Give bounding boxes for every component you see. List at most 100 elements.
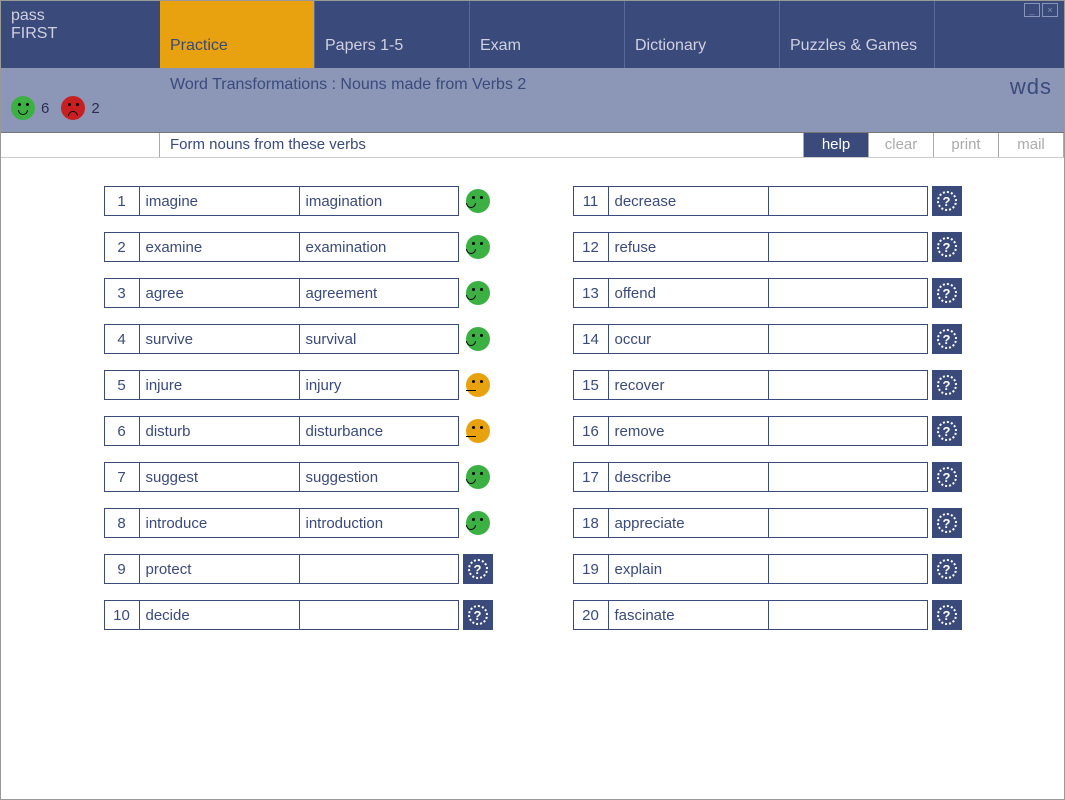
row-number: 3 [104,278,139,308]
tab-practice[interactable]: Practice [160,1,315,68]
exercise-row: 5injureinjury [104,370,493,400]
happy-face-icon [466,465,490,489]
row-number: 16 [573,416,608,446]
row-number: 10 [104,600,139,630]
exercise-row: 20fascinate? [573,600,962,630]
hint-button[interactable]: ? [932,462,962,492]
action-buttons: help clear print mail [804,133,1064,157]
answer-input[interactable] [768,370,928,400]
question-mark-icon: ? [937,375,957,395]
status-indicator [463,186,493,216]
hint-button[interactable]: ? [932,324,962,354]
answer-input[interactable]: suggestion [299,462,459,492]
row-number: 11 [573,186,608,216]
tab-exam[interactable]: Exam [470,1,625,68]
exercise-title: Word Transformations : Nouns made from V… [170,76,526,93]
answer-input[interactable] [768,600,928,630]
answer-input[interactable] [768,462,928,492]
row-number: 20 [573,600,608,630]
wrong-count: 2 [91,100,99,117]
answer-input[interactable]: survival [299,324,459,354]
row-number: 14 [573,324,608,354]
answer-input[interactable] [299,554,459,584]
wrong-score: 2 [61,96,99,120]
answer-input[interactable] [768,232,928,262]
question-mark-icon: ? [937,559,957,579]
verb-cell: describe [608,462,768,492]
happy-face-icon [466,327,490,351]
happy-face-icon [466,511,490,535]
tab-puzzles-games[interactable]: Puzzles & Games [780,1,935,68]
hint-button[interactable]: ? [932,186,962,216]
hint-button[interactable]: ? [463,600,493,630]
tab-dictionary[interactable]: Dictionary [625,1,780,68]
exercise-row: 2examineexamination [104,232,493,262]
answer-input[interactable] [768,324,928,354]
row-number: 1 [104,186,139,216]
answer-input[interactable] [768,186,928,216]
logo-line1: pass [11,7,150,25]
answer-input[interactable]: imagination [299,186,459,216]
subtitle-bar: Word Transformations : Nouns made from V… [160,68,1064,132]
answer-input[interactable] [768,508,928,538]
row-number: 6 [104,416,139,446]
exercise-row: 8introduceintroduction [104,508,493,538]
exercise-row: 3agreeagreement [104,278,493,308]
tabs-container: PracticePapers 1-5ExamDictionaryPuzzles … [160,1,1064,68]
hint-button[interactable]: ? [932,508,962,538]
row-number: 5 [104,370,139,400]
minimize-button[interactable]: _ [1024,3,1040,17]
verb-cell: fascinate [608,600,768,630]
answer-input[interactable]: introduction [299,508,459,538]
exercise-row: 9protect? [104,554,493,584]
hint-button[interactable]: ? [463,554,493,584]
hint-button[interactable]: ? [932,600,962,630]
print-button[interactable]: print [934,133,999,157]
verb-cell: refuse [608,232,768,262]
row-number: 17 [573,462,608,492]
brand-label: wds [1010,74,1052,100]
exercise-row: 17describe? [573,462,962,492]
help-button[interactable]: help [804,133,869,157]
mail-button[interactable]: mail [999,133,1064,157]
verb-cell: protect [139,554,299,584]
row-number: 13 [573,278,608,308]
happy-face-icon [466,281,490,305]
answer-input[interactable] [768,554,928,584]
question-mark-icon: ? [937,237,957,257]
close-button[interactable]: × [1042,3,1058,17]
instruction-bar: Form nouns from these verbs help clear p… [1,132,1064,158]
row-number: 18 [573,508,608,538]
verb-cell: suggest [139,462,299,492]
answer-input[interactable] [768,278,928,308]
exercise-row: 1imagineimagination [104,186,493,216]
tab-papers-1-5[interactable]: Papers 1-5 [315,1,470,68]
status-indicator [463,370,493,400]
verb-cell: decrease [608,186,768,216]
hint-button[interactable]: ? [932,416,962,446]
answer-input[interactable]: disturbance [299,416,459,446]
status-indicator [463,416,493,446]
question-mark-icon: ? [937,605,957,625]
exercise-row: 11decrease? [573,186,962,216]
answer-input[interactable]: agreement [299,278,459,308]
verb-cell: agree [139,278,299,308]
hint-button[interactable]: ? [932,232,962,262]
hint-button[interactable]: ? [932,554,962,584]
sub-header: 6 2 Word Transformations : Nouns made fr… [1,68,1064,132]
verb-cell: recover [608,370,768,400]
status-indicator [463,324,493,354]
top-nav: pass FIRST PracticePapers 1-5ExamDiction… [1,1,1064,68]
answer-input[interactable]: injury [299,370,459,400]
verb-cell: introduce [139,508,299,538]
answer-input[interactable]: examination [299,232,459,262]
hint-button[interactable]: ? [932,278,962,308]
answer-input[interactable] [299,600,459,630]
clear-button[interactable]: clear [869,133,934,157]
verb-cell: appreciate [608,508,768,538]
question-mark-icon: ? [937,513,957,533]
hint-button[interactable]: ? [932,370,962,400]
answer-input[interactable] [768,416,928,446]
score-panel: 6 2 [1,68,160,132]
row-number: 2 [104,232,139,262]
